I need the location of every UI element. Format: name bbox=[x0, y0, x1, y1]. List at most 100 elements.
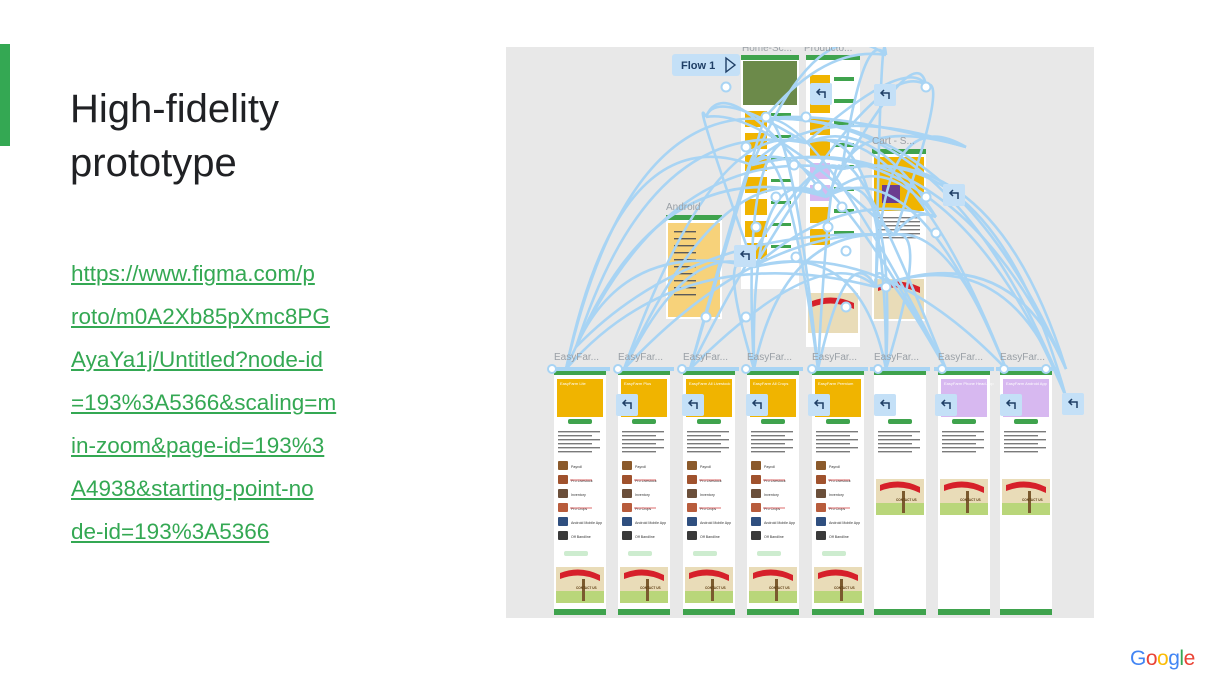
text-line bbox=[622, 431, 664, 433]
text-line bbox=[878, 439, 920, 441]
back-arrow-icon[interactable] bbox=[808, 394, 830, 416]
feature-icon bbox=[751, 461, 761, 470]
text-line bbox=[558, 443, 592, 445]
connection-node bbox=[999, 364, 1009, 374]
link-line: AyaYa1j/Untitled?node-id bbox=[71, 347, 323, 372]
frame-label: EasyFar... bbox=[1000, 352, 1045, 363]
product-title: EasyFarm All Livestock bbox=[689, 381, 730, 386]
connection-node bbox=[741, 364, 751, 374]
feature-icon bbox=[558, 475, 568, 484]
back-arrow-icon[interactable] bbox=[1062, 393, 1084, 415]
text-line bbox=[622, 435, 656, 437]
feature-icon bbox=[751, 489, 761, 498]
feature-label: Android Mobile App bbox=[635, 521, 666, 525]
feature-label: Inventory bbox=[764, 493, 779, 497]
connection-node bbox=[750, 221, 762, 233]
frame-label: EasyFar... bbox=[747, 352, 792, 363]
text-line bbox=[942, 431, 984, 433]
back-arrow-icon[interactable] bbox=[874, 394, 896, 416]
product-title: EasyFarm Android App bbox=[1006, 381, 1048, 386]
text-line bbox=[1004, 443, 1038, 445]
contact-label: CONTACT US bbox=[640, 586, 661, 590]
text-line bbox=[816, 443, 850, 445]
text-line bbox=[816, 451, 850, 453]
text-line bbox=[816, 447, 858, 449]
feature-icon bbox=[687, 503, 697, 512]
contact-label: CONTACT US bbox=[896, 498, 917, 502]
text-line bbox=[751, 435, 785, 437]
text-line bbox=[751, 447, 793, 449]
text-line bbox=[878, 451, 912, 453]
figma-prototype-link[interactable]: https://www.figma.com/p roto/m0A2Xb85pXm… bbox=[71, 252, 371, 553]
feature-icon bbox=[622, 517, 632, 526]
link-line: =193%3A5366&scaling=m bbox=[71, 390, 337, 415]
product-frame: EasyFarm LitePayrollPro LivestockInvento… bbox=[554, 369, 606, 615]
contact-label: CONTACT US bbox=[705, 586, 726, 590]
text-line bbox=[1004, 451, 1038, 453]
feature-icon bbox=[751, 531, 761, 540]
connection-node bbox=[547, 364, 557, 374]
feature-icon bbox=[558, 503, 568, 512]
text-line bbox=[687, 447, 729, 449]
text-line bbox=[687, 435, 721, 437]
connection-node bbox=[677, 364, 687, 374]
connection-node bbox=[788, 159, 800, 171]
back-arrow-icon[interactable] bbox=[734, 245, 756, 267]
connection-node bbox=[920, 191, 932, 203]
frame-label: Cart - S... bbox=[872, 136, 915, 147]
contact-label: CONTACT US bbox=[960, 498, 981, 502]
feature-icon bbox=[622, 489, 632, 498]
feature-label: Off Bandline bbox=[829, 535, 849, 539]
google-logo-letter: g bbox=[1168, 647, 1180, 670]
text-line bbox=[942, 443, 976, 445]
feature-label: Android Mobile App bbox=[571, 521, 602, 525]
connection-node bbox=[720, 81, 732, 93]
connection-node bbox=[873, 364, 883, 374]
product-title: EasyFarm All Crops bbox=[753, 381, 788, 386]
back-arrow-icon[interactable] bbox=[943, 184, 965, 206]
text-line bbox=[942, 439, 984, 441]
feature-icon bbox=[751, 475, 761, 484]
connection-node bbox=[613, 364, 623, 374]
connection-node bbox=[800, 111, 812, 123]
connection-node bbox=[880, 281, 892, 293]
text-line bbox=[558, 435, 592, 437]
back-arrow-icon[interactable] bbox=[746, 394, 768, 416]
feature-icon bbox=[751, 503, 761, 512]
feature-icon bbox=[687, 461, 697, 470]
feature-label: Payroll bbox=[829, 465, 840, 469]
back-arrow-icon[interactable] bbox=[616, 394, 638, 416]
feature-icon bbox=[816, 489, 826, 498]
feature-label: Android Mobile App bbox=[700, 521, 731, 525]
back-arrow-icon[interactable] bbox=[682, 394, 704, 416]
connection-node bbox=[790, 251, 802, 263]
text-line bbox=[1004, 447, 1046, 449]
frame-label: EasyFar... bbox=[874, 352, 919, 363]
feature-icon bbox=[558, 517, 568, 526]
text-line bbox=[558, 447, 600, 449]
text-line bbox=[878, 447, 920, 449]
flow-1-tag[interactable]: Flow 1 bbox=[672, 54, 740, 76]
back-arrow-icon[interactable] bbox=[1000, 394, 1022, 416]
feature-label: Android Mobile App bbox=[829, 521, 860, 525]
text-line bbox=[942, 447, 984, 449]
text-line bbox=[816, 435, 850, 437]
feature-label: Off Bandline bbox=[764, 535, 784, 539]
link-line: in-zoom&page-id=193%3 bbox=[71, 433, 325, 458]
text-line bbox=[558, 431, 600, 433]
back-arrow-icon[interactable] bbox=[935, 394, 957, 416]
slide-title: High-fidelity prototype bbox=[70, 82, 430, 190]
product-title: EasyFarm Phone Head App bbox=[944, 381, 994, 386]
feature-icon bbox=[816, 503, 826, 512]
contact-label: CONTACT US bbox=[769, 586, 790, 590]
slide-title-line: prototype bbox=[70, 141, 237, 185]
feature-label: Payroll bbox=[700, 465, 711, 469]
contact-label: CONTACT US bbox=[834, 586, 855, 590]
back-arrow-icon[interactable] bbox=[874, 84, 896, 106]
frame-label: EasyFar... bbox=[938, 352, 983, 363]
feature-icon bbox=[816, 461, 826, 470]
feature-label: Inventory bbox=[635, 493, 650, 497]
text-line bbox=[751, 443, 785, 445]
google-logo: Google bbox=[1130, 647, 1195, 671]
back-arrow-icon[interactable] bbox=[810, 83, 832, 105]
